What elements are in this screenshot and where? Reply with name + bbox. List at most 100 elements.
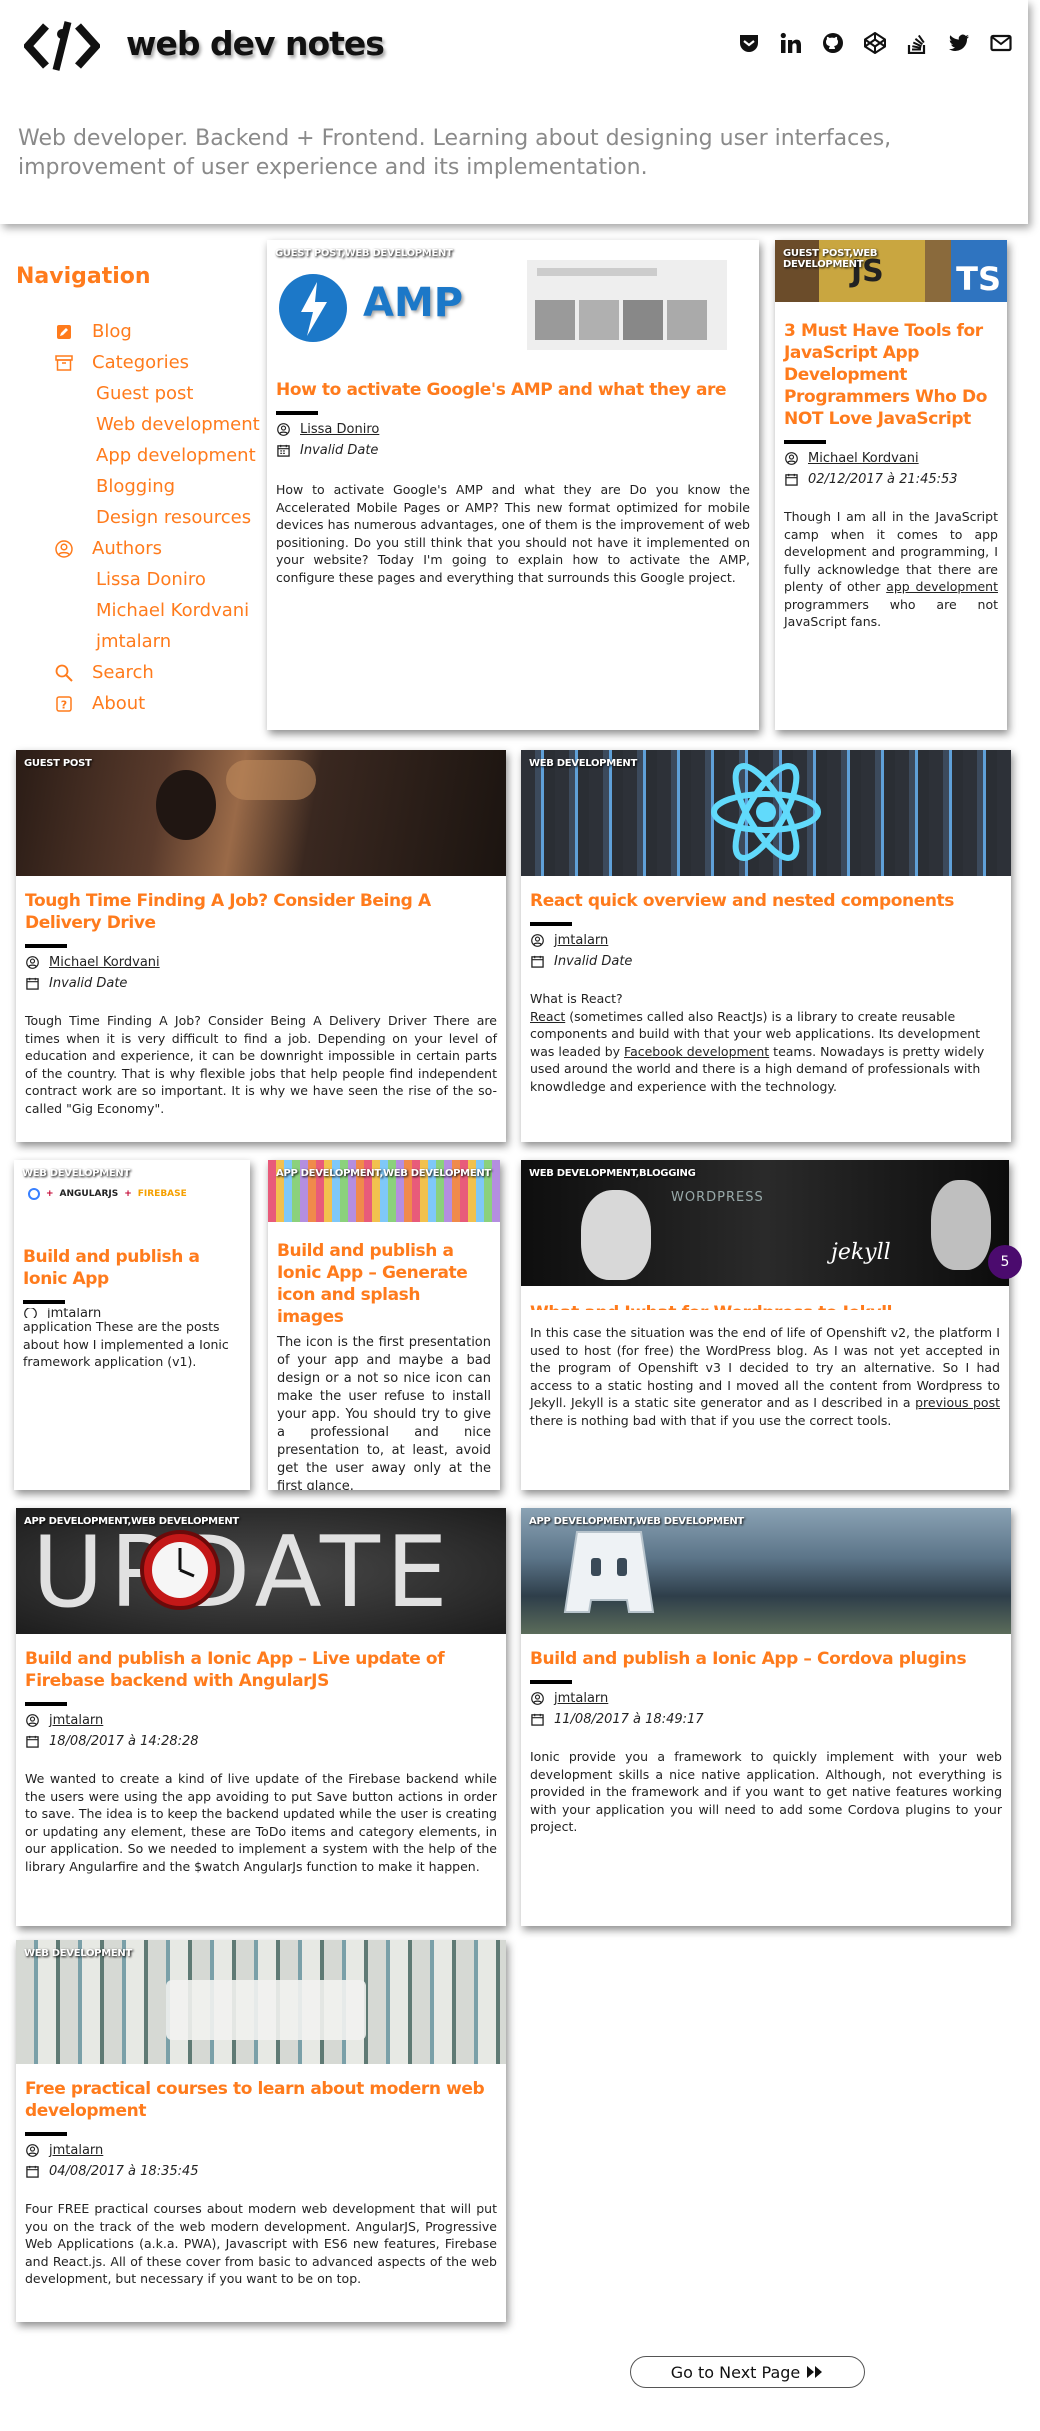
nav-item-authors[interactable]: Authors (54, 533, 260, 564)
post-author[interactable]: jmtalarn (49, 2140, 103, 2161)
nav-author-jmtalarn[interactable]: jmtalarn (54, 626, 260, 657)
nav-author-lissa-doniro[interactable]: Lissa Doniro (54, 564, 260, 595)
nav-author-michael-kordvani[interactable]: Michael Kordvani (54, 595, 260, 626)
post-title[interactable]: 3 Must Have Tools for JavaScript App Dev… (784, 320, 998, 430)
post-card[interactable]: APP DEVELOPMENT,WEB DEVELOPMENT Build an… (268, 1160, 500, 1490)
post-category[interactable]: WEB DEVELOPMENT (22, 1168, 130, 1179)
post-author[interactable]: Lissa Doniro (300, 419, 379, 440)
excerpt-link[interactable]: app development (886, 579, 998, 594)
mail-icon[interactable] (988, 30, 1014, 56)
nav-item-search[interactable]: Search (54, 657, 260, 688)
nav-item-label: Authors (92, 538, 162, 559)
post-title[interactable]: Tough Time Finding A Job? Consider Being… (25, 890, 497, 934)
double-chevron-right-icon (806, 2365, 824, 2379)
post-thumbnail[interactable]: APP DEVELOPMENT,WEB DEVELOPMENT (521, 1508, 1011, 1634)
nav-item-label: Search (92, 662, 154, 683)
post-title[interactable]: Build and publish a Ionic App – Generate… (277, 1240, 491, 1328)
post-category[interactable]: WEB DEVELOPMENT,BLOGGING (529, 1168, 696, 1179)
twitter-icon[interactable] (946, 30, 972, 56)
post-thumbnail[interactable]: JS TS GUEST POST,WEB DEVELOPMENT (775, 240, 1007, 302)
nav-category-blogging[interactable]: Blogging (54, 471, 260, 502)
post-category[interactable]: GUEST POST,WEB DEVELOPMENT (275, 248, 453, 259)
post-category[interactable]: APP DEVELOPMENT,WEB DEVELOPMENT (276, 1168, 491, 1179)
search-icon (54, 663, 74, 683)
post-author[interactable]: jmtalarn (47, 1308, 101, 1318)
post-author[interactable]: jmtalarn (49, 1710, 103, 1731)
nav-item-categories[interactable]: Categories (54, 347, 260, 378)
post-thumbnail[interactable]: WEB DEVELOPMENT (521, 750, 1011, 876)
nav-category-guest-post[interactable]: Guest post (54, 378, 260, 409)
post-date: Invalid Date (49, 976, 128, 991)
post-category[interactable]: WEB DEVELOPMENT (529, 758, 637, 769)
post-author[interactable]: Michael Kordvani (49, 952, 160, 973)
post-thumbnail[interactable]: GUEST POST,WEB DEVELOPMENT AMP (267, 240, 759, 366)
post-card[interactable]: + ANGULARJS + FIREBASE WEB DEVELOPMENT B… (14, 1160, 250, 1490)
post-card[interactable]: WEB DEVELOPMENT Free practical courses t… (16, 1940, 506, 2322)
post-thumbnail[interactable]: WORDPRESS jekyll WEB DEVELOPMENT,BLOGGIN… (521, 1160, 1009, 1286)
calendar-icon (530, 955, 544, 969)
code-logo-icon[interactable] (24, 18, 100, 74)
nav-category-design-resources[interactable]: Design resources (54, 502, 260, 533)
nav-category-app-development[interactable]: App development (54, 440, 260, 471)
post-author[interactable]: Michael Kordvani (808, 448, 919, 469)
post-title[interactable]: Build and publish a Ionic App (23, 1246, 241, 1290)
post-card[interactable]: WEB DEVELOPMENT React quick overview and… (521, 750, 1011, 1142)
post-category[interactable]: GUEST POST (24, 758, 92, 769)
post-thumbnail[interactable]: GUEST POST (16, 750, 506, 876)
title-divider (25, 2132, 67, 2136)
post-thumbnail[interactable]: WEB DEVELOPMENT (16, 1940, 506, 2064)
post-thumbnail[interactable]: APP DEVELOPMENT,WEB DEVELOPMENT (268, 1160, 500, 1222)
scroll-progress-badge[interactable]: 5 (988, 1245, 1022, 1279)
nav-item-about[interactable]: ? About (54, 688, 260, 719)
post-excerpt: Tough Time Finding A Job? Consider Being… (25, 1013, 497, 1116)
calendar-icon (530, 1713, 544, 1727)
post-date: Invalid Date (300, 443, 379, 458)
pocket-icon[interactable] (736, 30, 762, 56)
post-category[interactable]: GUEST POST,WEB DEVELOPMENT (783, 248, 953, 270)
nav-item-label: About (92, 693, 146, 714)
post-title[interactable]: How to activate Google's AMP and what th… (276, 379, 750, 401)
codepen-icon[interactable] (862, 30, 888, 56)
nav-item-label: Blog (92, 321, 132, 342)
svg-text:?: ? (61, 698, 67, 711)
edit-icon (54, 322, 74, 342)
nav-category-web-development[interactable]: Web development (54, 409, 260, 440)
post-category[interactable]: APP DEVELOPMENT,WEB DEVELOPMENT (24, 1516, 239, 1527)
github-icon[interactable] (820, 30, 846, 56)
post-card[interactable]: WORDPRESS jekyll WEB DEVELOPMENT,BLOGGIN… (521, 1160, 1009, 1490)
archive-icon (54, 353, 74, 373)
post-card[interactable]: JS TS GUEST POST,WEB DEVELOPMENT 3 Must … (775, 240, 1007, 730)
post-title[interactable]: Free practical courses to learn about mo… (25, 2078, 497, 2122)
post-thumbnail[interactable]: + ANGULARJS + FIREBASE WEB DEVELOPMENT (14, 1160, 250, 1228)
excerpt-link[interactable]: previous post (915, 1395, 1000, 1410)
jekyll-logo: jekyll (831, 1240, 891, 1265)
site-title[interactable]: web dev notes (126, 24, 385, 63)
post-title[interactable]: Build and publish a Ionic App – Live upd… (25, 1648, 497, 1692)
post-date: 04/08/2017 à 18:35:45 (49, 2164, 199, 2179)
post-card[interactable]: UPDATE APP DEVELOPMENT,WEB DEVELOPMENT B… (16, 1508, 506, 1926)
nav-item-blog[interactable]: Blog (54, 316, 260, 347)
calendar-icon (25, 2165, 39, 2179)
next-page-button[interactable]: Go to Next Page (630, 2356, 865, 2388)
user-circle-icon (530, 1692, 544, 1706)
post-date: 18/08/2017 à 14:28:28 (49, 1734, 199, 1749)
post-author[interactable]: jmtalarn (554, 1688, 608, 1709)
post-thumbnail[interactable]: UPDATE APP DEVELOPMENT,WEB DEVELOPMENT (16, 1508, 506, 1634)
user-circle-icon (276, 423, 290, 437)
excerpt-link[interactable]: Facebook development (624, 1044, 769, 1059)
post-card[interactable]: GUEST POST,WEB DEVELOPMENT AMP How to ac… (267, 240, 759, 730)
post-author[interactable]: jmtalarn (554, 930, 608, 951)
post-title[interactable]: What and Iwhat for Wordpress to Jekyll (530, 1302, 1000, 1310)
post-card[interactable]: APP DEVELOPMENT,WEB DEVELOPMENT Build an… (521, 1508, 1011, 1926)
amp-logo-text: AMP (363, 280, 464, 326)
user-circle-icon (25, 2144, 39, 2158)
stackoverflow-icon[interactable] (904, 30, 930, 56)
post-category[interactable]: WEB DEVELOPMENT (24, 1948, 132, 1959)
user-circle-icon (25, 1714, 39, 1728)
excerpt-link[interactable]: React (530, 1009, 565, 1024)
linkedin-icon[interactable] (778, 30, 804, 56)
post-title[interactable]: Build and publish a Ionic App – Cordova … (530, 1648, 1002, 1670)
post-title[interactable]: React quick overview and nested componen… (530, 890, 1002, 912)
post-card[interactable]: GUEST POST Tough Time Finding A Job? Con… (16, 750, 506, 1142)
post-category[interactable]: APP DEVELOPMENT,WEB DEVELOPMENT (529, 1516, 744, 1527)
